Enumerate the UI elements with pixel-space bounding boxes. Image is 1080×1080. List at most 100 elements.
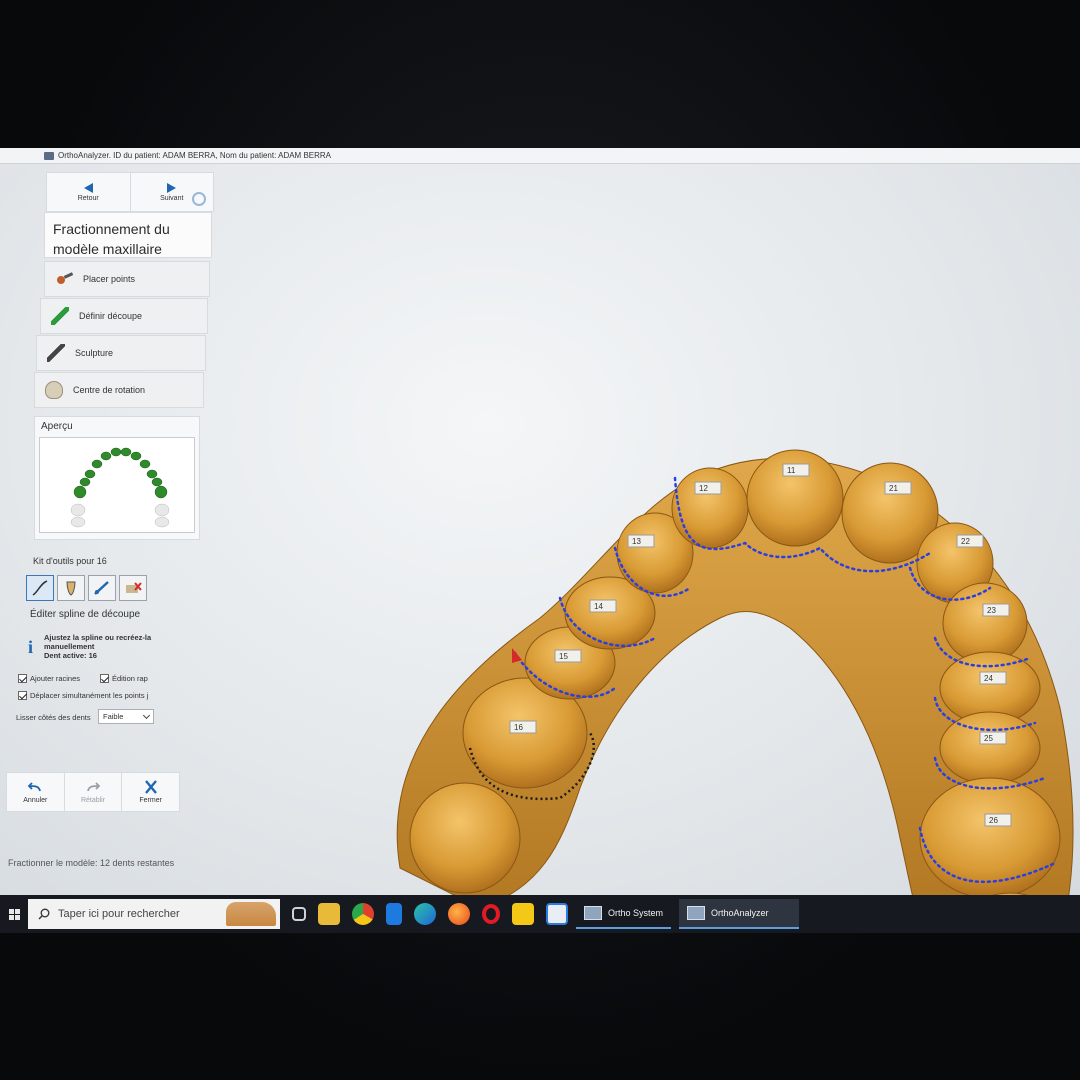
- quick-edit-checkbox[interactable]: Édition rap: [100, 674, 148, 683]
- remote-app-icon[interactable]: [546, 903, 568, 925]
- step-define-cut[interactable]: Définir découpe: [40, 298, 208, 334]
- checkbox-box: [100, 674, 109, 683]
- svg-text:13: 13: [632, 537, 641, 546]
- redo-button[interactable]: Rétablir: [63, 773, 122, 811]
- spline-info: Ajustez la spline ou recréez-la manuelle…: [44, 633, 184, 660]
- tooth-label-21: 21: [884, 481, 912, 495]
- undo-icon: [28, 782, 42, 792]
- undo-label: Annuler: [23, 797, 48, 804]
- checkbox-box: [18, 691, 27, 700]
- smooth-select[interactable]: Faible: [98, 709, 154, 724]
- screen: OrthoAnalyzer. ID du patient: ADAM BERRA…: [0, 148, 1080, 932]
- orthoanalyzer-icon: [687, 906, 706, 920]
- tool-spline-edit[interactable]: [26, 575, 54, 601]
- spline-heading: Éditer spline de découpe: [30, 609, 141, 620]
- step-label: Sculpture: [75, 348, 114, 358]
- svg-text:14: 14: [594, 602, 603, 611]
- file-explorer-icon[interactable]: [318, 903, 340, 925]
- start-button[interactable]: [0, 895, 28, 933]
- svg-text:12: 12: [699, 484, 708, 493]
- taskbar: Taper ici pour rechercher Ortho System O…: [0, 895, 1080, 933]
- place-points-icon: [55, 270, 73, 288]
- next-label: Suivant: [160, 194, 184, 202]
- smooth-label: Lisser côtés des dents: [16, 713, 91, 722]
- undo-button[interactable]: Annuler: [7, 773, 64, 811]
- tooth-23: [942, 582, 1028, 664]
- notes-app-icon[interactable]: [512, 903, 534, 925]
- info-icon: i: [28, 637, 34, 657]
- workflow-title-line1: Fractionnement du: [53, 221, 170, 237]
- checkbox-label: Ajouter racines: [30, 674, 81, 683]
- toolkit-label: Kit d'outils pour 16: [33, 556, 107, 566]
- search-highlight-image: [226, 902, 276, 926]
- move-points-icon: [94, 581, 109, 595]
- tooth-label-22: 22: [956, 534, 984, 548]
- window-title: OrthoAnalyzer. ID du patient: ADAM BERRA…: [58, 151, 332, 160]
- edge-icon[interactable]: [414, 903, 436, 925]
- step-label: Centre de rotation: [73, 385, 146, 395]
- firefox-icon[interactable]: [448, 903, 470, 925]
- taskbar-search[interactable]: Taper ici pour rechercher: [28, 899, 280, 929]
- app-icon[interactable]: [386, 903, 402, 925]
- tooth-12: [671, 467, 749, 549]
- svg-text:11: 11: [787, 466, 796, 475]
- svg-text:16: 16: [514, 723, 523, 732]
- tooth-label-15: 15: [554, 649, 582, 663]
- back-button[interactable]: Retour: [47, 173, 130, 211]
- redo-icon: [87, 782, 101, 792]
- app-logo-icon: [44, 151, 54, 160]
- tooth-label-23: 23: [982, 603, 1010, 617]
- tool-roots[interactable]: [57, 575, 85, 601]
- close-icon: [144, 780, 157, 794]
- taskbar-app-orthoanalyzer[interactable]: OrthoAnalyzer: [679, 899, 800, 929]
- cut-icon: [51, 307, 69, 325]
- delete-icon: [126, 582, 142, 593]
- spline-edit-icon: [32, 580, 48, 596]
- tooth-label-24: 24: [979, 671, 1007, 685]
- ortho-system-icon: [584, 906, 602, 920]
- search-icon: [38, 908, 50, 920]
- step-label: Définir découpe: [79, 311, 143, 321]
- sculpt-icon: [47, 344, 65, 362]
- root-icon: [66, 581, 76, 596]
- svg-text:24: 24: [984, 674, 993, 683]
- tooth-label-13: 13: [627, 534, 655, 548]
- tooth-label-12: 12: [694, 481, 722, 495]
- svg-text:22: 22: [961, 537, 970, 546]
- arrow-left-icon: [83, 182, 93, 193]
- action-bar: Annuler Rétablir Fermer: [6, 772, 180, 812]
- task-view-icon[interactable]: [292, 907, 306, 921]
- window-titlebar: OrthoAnalyzer. ID du patient: ADAM BERRA…: [0, 148, 1080, 164]
- step-place-points[interactable]: Placer points: [44, 261, 210, 297]
- back-label: Retour: [77, 194, 99, 202]
- add-roots-checkbox[interactable]: Ajouter racines: [18, 674, 80, 683]
- preview-thumbnail[interactable]: [39, 437, 195, 533]
- tool-move-points[interactable]: [88, 575, 116, 601]
- preview-label: Aperçu: [41, 421, 73, 432]
- tooth-label-14: 14: [589, 599, 617, 613]
- opera-icon[interactable]: [482, 904, 500, 924]
- preview-panel: Aperçu: [34, 416, 200, 540]
- tooth-26: [919, 777, 1061, 899]
- app-label: Ortho System: [608, 908, 664, 918]
- info-line1: Ajustez la spline ou recréez-la: [44, 633, 152, 642]
- svg-text:21: 21: [889, 484, 898, 493]
- svg-text:26: 26: [989, 816, 998, 825]
- workflow-title-line2: modèle maxillaire: [53, 241, 162, 257]
- tooth-label-26: 26: [984, 813, 1012, 827]
- nav-bar: Retour Suivant: [46, 172, 214, 212]
- app-label: OrthoAnalyzer: [711, 908, 769, 918]
- close-button[interactable]: Fermer: [121, 773, 179, 811]
- search-icon[interactable]: [192, 192, 206, 206]
- move-points-checkbox[interactable]: Déplacer simultanément les points j: [18, 691, 148, 700]
- chrome-icon[interactable]: [352, 903, 374, 925]
- taskbar-app-ortho-system[interactable]: Ortho System: [576, 899, 672, 929]
- chevron-down-icon: [142, 711, 151, 720]
- search-placeholder: Taper ici pour rechercher: [58, 908, 180, 920]
- step-rotation-center[interactable]: Centre de rotation: [34, 372, 204, 408]
- tooth-label-11: 11: [782, 463, 810, 477]
- tool-delete[interactable]: [119, 575, 147, 601]
- arrow-right-icon: [167, 182, 177, 193]
- svg-text:15: 15: [559, 652, 568, 661]
- step-sculpture[interactable]: Sculpture: [36, 335, 206, 371]
